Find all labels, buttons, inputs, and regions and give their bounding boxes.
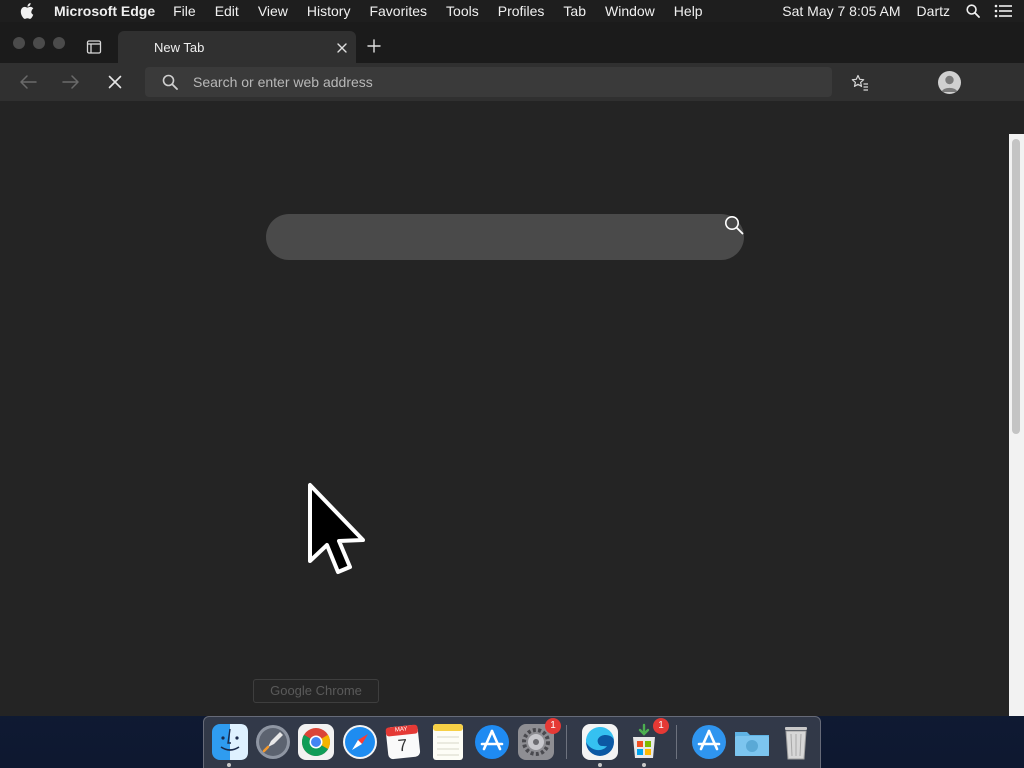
- dock: MAY 7 1 1: [203, 716, 821, 768]
- system-preferences-icon[interactable]: 1: [517, 718, 561, 761]
- window-zoom-button[interactable]: [53, 37, 65, 49]
- tab-strip: New Tab: [0, 22, 1024, 63]
- menu-view[interactable]: View: [258, 0, 288, 22]
- menu-tab[interactable]: Tab: [563, 0, 586, 22]
- calendar-icon[interactable]: MAY 7: [385, 723, 423, 761]
- address-input[interactable]: [193, 67, 813, 97]
- notification-center-icon[interactable]: [994, 0, 1012, 22]
- google-chrome-icon[interactable]: [297, 723, 335, 761]
- stop-loading-icon[interactable]: [108, 75, 122, 89]
- menu-profiles[interactable]: Profiles: [498, 0, 545, 22]
- spotlight-search-icon[interactable]: [964, 0, 982, 22]
- app-store-downloads-icon[interactable]: [690, 723, 728, 761]
- new-tab-plus-icon[interactable]: [367, 39, 381, 53]
- menu-tools[interactable]: Tools: [446, 0, 479, 22]
- finder-running-indicator: [227, 763, 231, 767]
- finder-icon[interactable]: [211, 723, 249, 761]
- launchpad-icon[interactable]: [254, 723, 292, 761]
- ntp-search-box[interactable]: [266, 214, 744, 260]
- dock-separator: [566, 725, 567, 759]
- tab-new-tab[interactable]: New Tab: [118, 31, 356, 63]
- calendar-day: 7: [396, 735, 409, 756]
- scrollbar-thumb[interactable]: [1012, 139, 1020, 434]
- menubar-user[interactable]: Dartz: [917, 3, 950, 19]
- notes-icon[interactable]: [429, 723, 467, 761]
- browser-window: New Tab: [0, 22, 1024, 716]
- back-arrow-icon[interactable]: [19, 74, 37, 90]
- menu-favorites[interactable]: Favorites: [369, 0, 427, 22]
- browser-toolbar: [0, 63, 1024, 101]
- menu-edit[interactable]: Edit: [215, 0, 239, 22]
- menu-bar: Microsoft Edge File Edit View History Fa…: [0, 0, 1024, 22]
- favorites-star-icon[interactable]: [851, 74, 869, 91]
- trash-icon[interactable]: [777, 723, 815, 761]
- forward-arrow-icon[interactable]: [62, 74, 80, 90]
- menu-file[interactable]: File: [173, 0, 196, 22]
- store-installer-badge: 1: [653, 718, 669, 734]
- menu-window[interactable]: Window: [605, 0, 655, 22]
- downloads-folder-icon[interactable]: [733, 723, 771, 761]
- menu-history[interactable]: History: [307, 0, 351, 22]
- menubar-status-area: Sat May 7 8:05 AM Dartz: [782, 0, 1024, 22]
- tab-title: New Tab: [154, 40, 205, 55]
- menu-help[interactable]: Help: [674, 0, 703, 22]
- store-installer-running-indicator: [642, 763, 646, 767]
- apple-menu-icon[interactable]: [20, 0, 36, 22]
- system-preferences-badge: 1: [545, 718, 561, 734]
- menubar-clock[interactable]: Sat May 7 8:05 AM: [782, 3, 900, 19]
- profile-avatar-icon[interactable]: [938, 71, 961, 94]
- app-store-icon[interactable]: [473, 723, 511, 761]
- vertical-scrollbar[interactable]: [1009, 134, 1024, 716]
- page-content: [0, 101, 1024, 716]
- microsoft-store-installer-icon[interactable]: 1: [625, 718, 669, 761]
- window-minimize-button[interactable]: [33, 37, 45, 49]
- microsoft-edge-icon[interactable]: [581, 723, 619, 761]
- window-close-button[interactable]: [13, 37, 25, 49]
- dock-tooltip: Google Chrome: [253, 679, 379, 703]
- tab-close-icon[interactable]: [336, 41, 348, 53]
- ntp-search-icon[interactable]: [724, 215, 744, 235]
- menu-app-name[interactable]: Microsoft Edge: [54, 0, 155, 22]
- mouse-pointer-icon: [305, 482, 371, 578]
- dock-separator: [676, 725, 677, 759]
- edge-running-indicator: [598, 763, 602, 767]
- address-bar[interactable]: [145, 67, 832, 97]
- address-search-icon: [162, 74, 178, 90]
- tab-actions-icon[interactable]: [86, 39, 102, 55]
- safari-icon[interactable]: [341, 723, 379, 761]
